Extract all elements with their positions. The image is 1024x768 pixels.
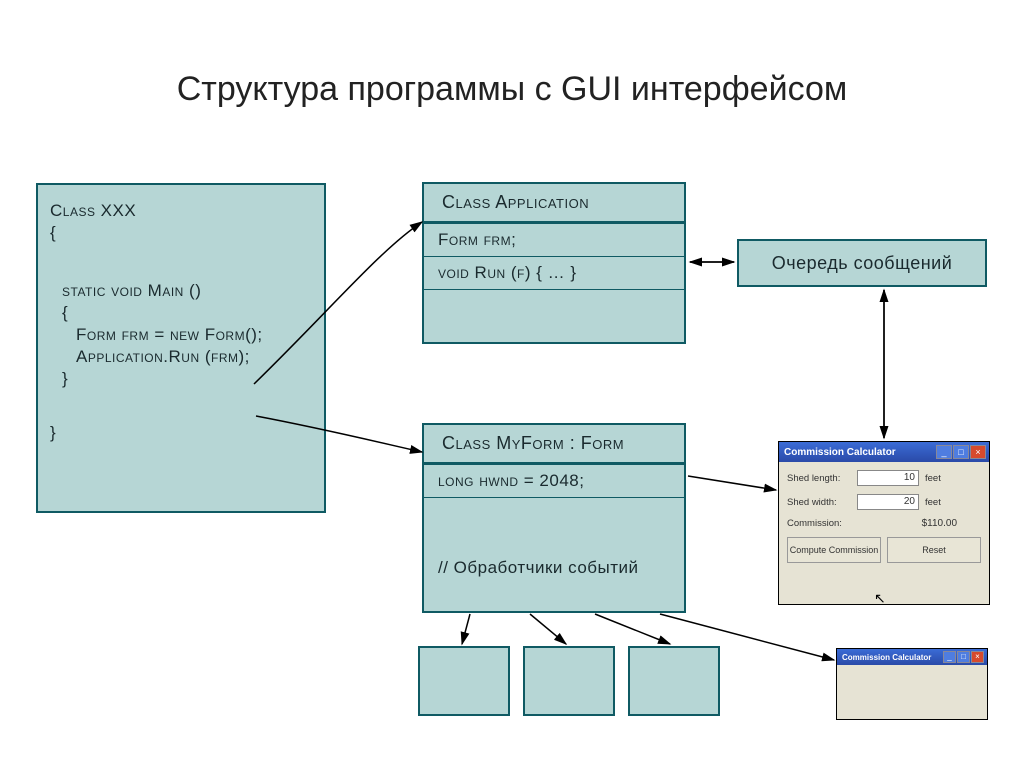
calc2-titlebar: Commission Calculator _ □ ×: [837, 649, 987, 665]
class-app-row: void Run (f) { … }: [424, 257, 684, 290]
code-line: Form frm = new Form();: [48, 325, 314, 345]
minimize-icon[interactable]: _: [936, 445, 952, 459]
message-queue-label: Очередь сообщений: [772, 253, 953, 274]
class-myform-box: Class MyForm : Form long hwnd = 2048; //…: [422, 423, 686, 613]
class-form-row: long hwnd = 2048;: [424, 465, 684, 498]
shed-width-input[interactable]: 20: [857, 494, 919, 510]
class-app-row: Form frm;: [424, 224, 684, 257]
class-form-header: Class MyForm : Form: [424, 425, 684, 465]
event-handler-box: [628, 646, 720, 716]
unit-label: feet: [925, 497, 941, 508]
compute-commission-button[interactable]: Compute Commission: [787, 537, 881, 563]
calc-title: Commission Calculator: [782, 447, 896, 458]
class-app-header: Class Application: [424, 184, 684, 224]
calculator-window: Commission Calculator _ □ × Shed length:…: [778, 441, 990, 605]
reset-button[interactable]: Reset: [887, 537, 981, 563]
calc-titlebar: Commission Calculator _ □ ×: [779, 442, 989, 462]
calculator-window-small: Commission Calculator _ □ ×: [836, 648, 988, 720]
calc2-title: Commission Calculator: [840, 653, 931, 662]
window-buttons: _ □ ×: [936, 445, 986, 459]
shed-width-label: Shed width:: [787, 497, 851, 508]
class-xxx-box: Class XXX { static void Main () { Form f…: [36, 183, 326, 513]
event-handler-box: [523, 646, 615, 716]
close-icon[interactable]: ×: [971, 651, 984, 663]
code-line: }: [48, 423, 314, 443]
commission-value: $110.00: [857, 518, 981, 529]
event-handler-box: [418, 646, 510, 716]
code-line: static void Main (): [48, 281, 314, 301]
class-form-row: [424, 498, 684, 552]
message-queue-box: Очередь сообщений: [737, 239, 987, 287]
calc-body: Shed length: 10 feet Shed width: 20 feet…: [779, 462, 989, 567]
commission-label: Commission:: [787, 518, 851, 529]
code-line: }: [48, 369, 314, 389]
code-line: Class XXX: [48, 201, 314, 221]
shed-length-label: Shed length:: [787, 473, 851, 484]
class-application-box: Class Application Form frm; void Run (f)…: [422, 182, 686, 344]
code-line: {: [48, 223, 314, 243]
window-buttons: _ □ ×: [943, 651, 984, 663]
minimize-icon[interactable]: _: [943, 651, 956, 663]
class-app-row: [424, 290, 684, 318]
shed-length-input[interactable]: 10: [857, 470, 919, 486]
maximize-icon[interactable]: □: [953, 445, 969, 459]
close-icon[interactable]: ×: [970, 445, 986, 459]
code-line: Application.Run (frm);: [48, 347, 314, 367]
maximize-icon[interactable]: □: [957, 651, 970, 663]
code-line: {: [48, 303, 314, 323]
slide-title: Структура программы с GUI интерфейсом: [0, 70, 1024, 109]
unit-label: feet: [925, 473, 941, 484]
class-form-row: // Обработчики событий: [424, 552, 684, 584]
